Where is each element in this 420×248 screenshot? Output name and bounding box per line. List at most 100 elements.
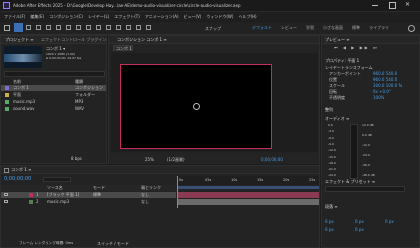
property-value[interactable]: 960.0 540.0 bbox=[373, 71, 397, 76]
time-ruler[interactable]: 0s 05s 10s 15s 20s 25s bbox=[177, 176, 319, 185]
comp-footer: 25% (1/2画質) 0;00;00;00 bbox=[109, 155, 319, 164]
paragraph-value[interactable]: 0 px bbox=[355, 219, 364, 224]
visibility-icon[interactable] bbox=[4, 193, 8, 196]
right-panel: プレビュー ≡ ⏮ ◀ ▶ ▶▶ ⏭ プロパティ: 平面 1 レイヤートランスフ… bbox=[321, 35, 420, 248]
property-value[interactable]: 100.0 100.0 % bbox=[373, 83, 402, 88]
bit-depth[interactable]: 8 bpc bbox=[71, 156, 82, 161]
paragraph-value[interactable]: 0 px bbox=[385, 219, 394, 224]
effects-search-input[interactable] bbox=[325, 186, 405, 192]
anchor-point-icon[interactable] bbox=[193, 103, 200, 110]
column-name[interactable]: 名前 bbox=[13, 79, 21, 84]
resolution-select[interactable]: (1/2画質) bbox=[167, 157, 185, 162]
layer-parent[interactable]: なし bbox=[141, 192, 149, 197]
comp-breadcrumb[interactable]: コンポ 1 bbox=[113, 45, 133, 51]
layer-bar-2[interactable] bbox=[177, 199, 319, 205]
audio-db-label: -24.0 bbox=[362, 153, 370, 157]
column-type[interactable]: 種類 bbox=[75, 79, 83, 84]
workspace-tab[interactable]: ライブラリ bbox=[369, 25, 389, 30]
stamp-tool-icon[interactable] bbox=[116, 25, 121, 30]
pin-tool-icon[interactable] bbox=[146, 25, 151, 30]
preview-title[interactable]: プレビュー ≡ bbox=[325, 37, 350, 42]
audio-meter bbox=[350, 124, 358, 179]
workspace-tab[interactable]: デフォルト bbox=[252, 25, 272, 30]
project-search-input[interactable] bbox=[4, 71, 105, 77]
menu-item[interactable]: ファイル(F) bbox=[4, 14, 25, 19]
paragraph-value[interactable]: 0 px bbox=[355, 227, 364, 232]
rotate-tool-icon[interactable] bbox=[46, 25, 51, 30]
property-value[interactable]: 0x +0.0° bbox=[373, 89, 391, 94]
col-mode[interactable]: モード bbox=[93, 185, 105, 190]
comp-timecode[interactable]: 0;00;00;00 bbox=[261, 157, 283, 162]
maximize-icon[interactable] bbox=[389, 2, 396, 9]
layer-column-header: ソース名 モード 親とリンク bbox=[1, 185, 176, 191]
snap-label[interactable]: スナップ bbox=[205, 26, 221, 31]
item-type: MP3 bbox=[75, 99, 84, 104]
audio-db-label: -12.0 bbox=[362, 143, 370, 147]
composition-tab[interactable]: コンポジション コンポ 1 ≡ bbox=[117, 37, 167, 42]
workspace-tab[interactable]: 学習 bbox=[306, 25, 314, 30]
menu-item[interactable]: アニメーション(A) bbox=[145, 14, 179, 19]
audio-scale-label: -15.0 bbox=[328, 154, 336, 159]
menu-item[interactable]: レイヤー(L) bbox=[88, 14, 109, 19]
pan-tool-icon[interactable] bbox=[66, 25, 71, 30]
timeline-search-input[interactable] bbox=[43, 177, 71, 182]
playhead[interactable] bbox=[177, 176, 178, 208]
home-icon[interactable] bbox=[4, 25, 10, 31]
preview-header: プレビュー ≡ bbox=[322, 36, 419, 44]
layer-mode[interactable]: 標準 bbox=[93, 192, 101, 197]
rect-tool-icon[interactable] bbox=[76, 25, 81, 30]
property-value[interactable]: 960.0 540.0 bbox=[373, 77, 397, 82]
timeline-tab[interactable]: コンポ 1 ≡ bbox=[11, 167, 31, 172]
close-tab-icon[interactable] bbox=[4, 168, 9, 173]
selected-item-name: コンポ 1 ▾ bbox=[46, 46, 66, 51]
paragraph-value[interactable]: 0 px bbox=[325, 227, 334, 232]
workspace-tab[interactable]: レビュー bbox=[281, 25, 297, 30]
roto-tool-icon[interactable] bbox=[136, 25, 141, 30]
close-icon[interactable]: ✕ bbox=[405, 2, 410, 7]
search-icon[interactable] bbox=[408, 25, 415, 32]
playback-controls[interactable]: ⏮ ◀ ▶ ▶▶ ⏭ bbox=[334, 45, 379, 50]
selection-tool-icon[interactable] bbox=[14, 23, 23, 32]
property-value[interactable]: 100% bbox=[373, 95, 384, 100]
switch-mode-toggle[interactable]: スイッチ / モード bbox=[97, 241, 129, 246]
menu-item[interactable]: 編集(E) bbox=[30, 14, 44, 19]
timeline-panel: コンポ 1 ≡ 0;00;00;00 ソース名 モード 親とリンク 1 [ブラック… bbox=[0, 165, 320, 248]
zoom-tool-icon[interactable] bbox=[36, 25, 41, 30]
col-source[interactable]: ソース名 bbox=[47, 185, 63, 190]
hand-tool-icon[interactable] bbox=[26, 25, 31, 30]
layer-name: [ブラック 平面 1] bbox=[47, 192, 80, 197]
comp-viewer bbox=[111, 53, 318, 152]
menu-item[interactable]: エフェクト(T) bbox=[114, 14, 140, 19]
brush-tool-icon[interactable] bbox=[106, 25, 111, 30]
list-item[interactable]: コンポ 1 コンポジション bbox=[1, 85, 106, 91]
list-item[interactable]: sound.wav WAV bbox=[1, 106, 106, 112]
timeline-timecode[interactable]: 0;00;00;00 bbox=[4, 176, 31, 182]
menu-item[interactable]: ビュー(V) bbox=[184, 14, 202, 19]
list-item[interactable]: music.mp3 MP3 bbox=[1, 99, 106, 105]
table-row[interactable]: 2 music.mp3 なし bbox=[1, 199, 176, 205]
property-label: 不透明度 bbox=[329, 95, 345, 100]
camera-tool-icon[interactable] bbox=[56, 25, 61, 30]
work-area-bar[interactable] bbox=[177, 186, 319, 189]
layer-bar-1[interactable] bbox=[177, 192, 319, 198]
minimize-icon[interactable] bbox=[372, 5, 378, 6]
list-item[interactable]: 平面 フォルダー bbox=[1, 92, 106, 98]
label-color bbox=[29, 200, 33, 204]
zoom-level[interactable]: 25% bbox=[145, 157, 154, 162]
col-parent[interactable]: 親とリンク bbox=[141, 185, 161, 190]
effects-control-tab[interactable]: エフェクトコントロール プラグインな bbox=[41, 37, 107, 42]
text-tool-icon[interactable] bbox=[96, 25, 101, 30]
visibility-icon[interactable] bbox=[4, 200, 8, 203]
paragraph-title: 段落 ≡ bbox=[325, 204, 338, 209]
menu-item[interactable]: コンポジション(C) bbox=[49, 14, 83, 19]
pen-tool-icon[interactable] bbox=[86, 25, 91, 30]
menu-item[interactable]: ウィンドウ(W) bbox=[206, 14, 233, 19]
project-tab[interactable]: プロジェクト ≡ bbox=[5, 37, 34, 42]
menu-item[interactable]: ヘルプ(H) bbox=[238, 14, 256, 19]
layer-parent[interactable]: なし bbox=[141, 199, 149, 204]
paragraph-value[interactable]: 0 px bbox=[325, 219, 334, 224]
workspace-tab[interactable]: 小さな画面 bbox=[323, 25, 343, 30]
workspace-tab[interactable]: 標準 bbox=[352, 25, 360, 30]
eraser-tool-icon[interactable] bbox=[126, 25, 131, 30]
table-row[interactable]: 1 [ブラック 平面 1] 標準 なし bbox=[1, 192, 176, 198]
